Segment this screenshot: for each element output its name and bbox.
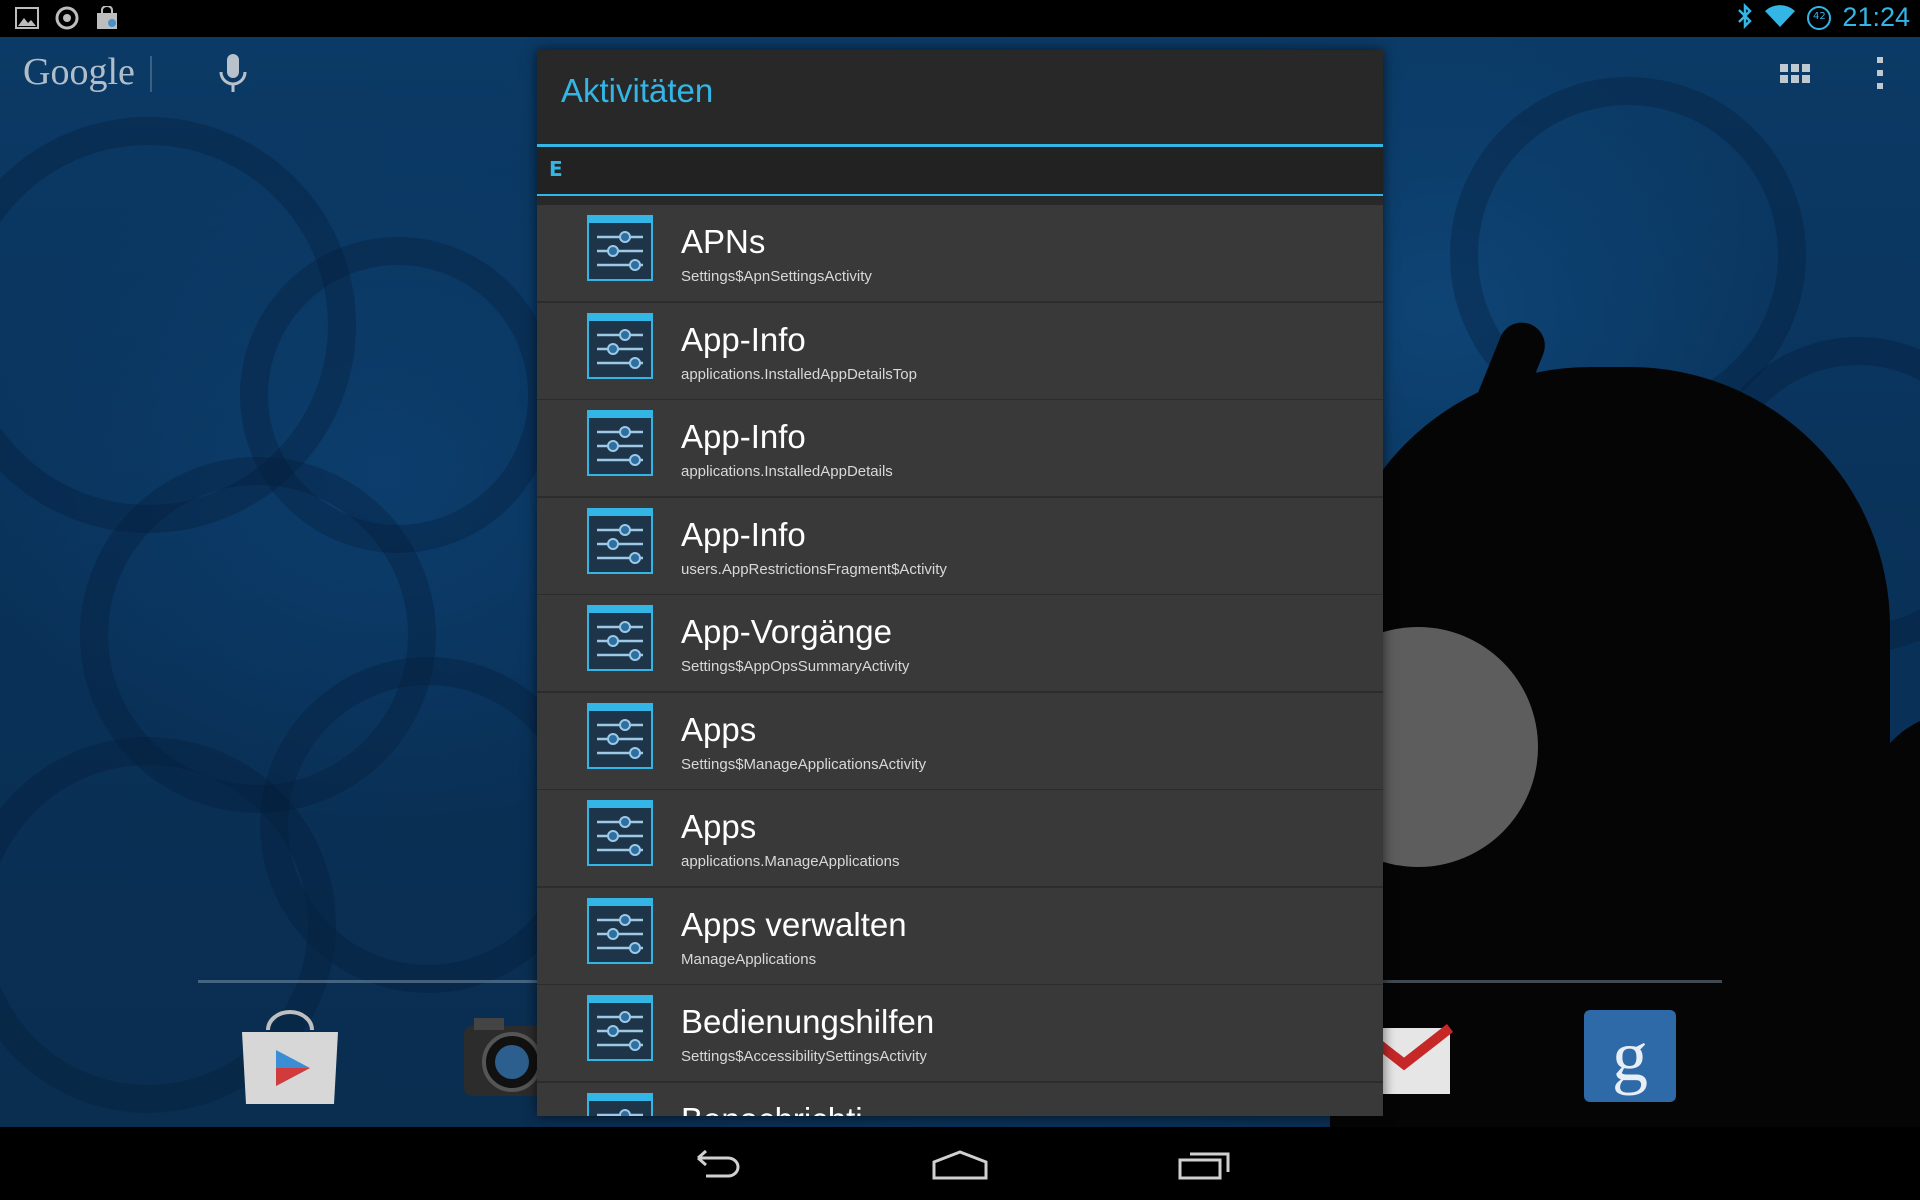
home-button[interactable] [930, 1148, 990, 1182]
settings-icon [587, 995, 653, 1061]
list-item[interactable]: App-Info applications.InstalledAppDetails [537, 400, 1383, 498]
bluetooth-icon [1736, 2, 1754, 33]
activity-class-name: applications.ManageApplications [681, 853, 900, 870]
list-item[interactable]: App-Info users.AppRestrictionsFragment$Ac… [537, 497, 1383, 596]
back-button[interactable] [686, 1148, 746, 1182]
activity-label: App-Info [681, 515, 806, 553]
list-item[interactable]: App-Vorgänge Settings$AppOpsSummaryActivi… [537, 595, 1383, 693]
activity-label: Apps [681, 808, 757, 845]
notification-icons [14, 5, 120, 30]
shopping-bag-icon[interactable] [94, 5, 120, 30]
list-item[interactable]: Apps applications.ManageApplications [537, 790, 1383, 888]
google-search-icon[interactable]: g [1580, 1008, 1684, 1108]
activity-label: APNs [681, 223, 766, 260]
settings-icon [587, 507, 653, 574]
settings-icon [587, 897, 653, 964]
activity-class-name: applications.InstalledAppDetails [681, 463, 893, 480]
status-bar: 42 21:24 [0, 0, 1920, 37]
activity-label: App-Info [681, 418, 806, 455]
search-divider [150, 56, 152, 92]
activity-class-name: Settings$ManageApplicationsActivity [681, 755, 927, 773]
list-item[interactable]: Apps verwalten ManageApplications [537, 887, 1383, 986]
list-item[interactable]: APNs Settings$ApnSettingsActivity [537, 205, 1383, 303]
battery-level: 42 [1813, 10, 1826, 22]
activity-label: Apps [681, 710, 757, 748]
dialog-title: Aktivitäten [561, 72, 714, 109]
list-item[interactable]: Benachrichti... [537, 1082, 1383, 1117]
activity-label: Benachrichti... [681, 1101, 890, 1117]
activities-dialog: Aktivitäten E APNs Settings$ApnSettingsAc… [537, 50, 1383, 1116]
settings-icon [587, 215, 653, 281]
overflow-menu-icon[interactable] [1876, 56, 1884, 90]
activity-class-name: Settings$AccessibilitySettingsActivity [681, 1048, 927, 1065]
activity-class-name: Settings$AppOpsSummaryActivity [681, 658, 910, 675]
activity-class-name: Settings$ApnSettingsActivity [681, 268, 872, 285]
section-letter: E [549, 157, 563, 181]
activity-label: Apps verwalten [681, 905, 907, 943]
clock: 21:24 [1842, 2, 1910, 32]
battery-icon: 42 [1806, 5, 1832, 31]
settings-icon [587, 1092, 653, 1116]
activity-class-name: users.AppRestrictionsFragment$Activity [681, 560, 947, 578]
settings-icon [587, 410, 653, 476]
activity-label: App-Info [681, 320, 806, 358]
settings-icon [587, 702, 653, 769]
settings-icon [587, 800, 653, 866]
activity-label: App-Vorgänge [681, 613, 893, 650]
activity-class-name: applications.InstalledAppDetailsTop [681, 365, 917, 383]
list-item[interactable]: Bedienungshilfen Settings$AccessibilitySe… [537, 985, 1383, 1083]
gallery-icon[interactable] [14, 6, 40, 30]
section-divider [537, 194, 1383, 196]
system-status: 42 21:24 [1736, 2, 1910, 33]
list-item[interactable]: Apps Settings$ManageApplicationsActivity [537, 692, 1383, 791]
settings-icon [587, 312, 653, 379]
settings-icon [587, 605, 653, 671]
apps-grid-icon[interactable] [1780, 64, 1810, 84]
activity-class-name: ManageApplications [681, 950, 817, 968]
list-item[interactable]: App-Info applications.InstalledAppDetails… [537, 302, 1383, 401]
play-store-icon[interactable] [238, 1008, 342, 1108]
svg-text:g: g [1612, 1016, 1648, 1096]
section-header: E [537, 147, 1383, 194]
microphone-icon[interactable] [216, 52, 250, 96]
recents-button[interactable] [1176, 1148, 1236, 1182]
sync-icon[interactable] [54, 6, 80, 30]
google-search-logo[interactable]: Google [23, 50, 135, 94]
activity-label: Bedienungshilfen [681, 1003, 935, 1040]
wifi-icon [1764, 3, 1796, 33]
